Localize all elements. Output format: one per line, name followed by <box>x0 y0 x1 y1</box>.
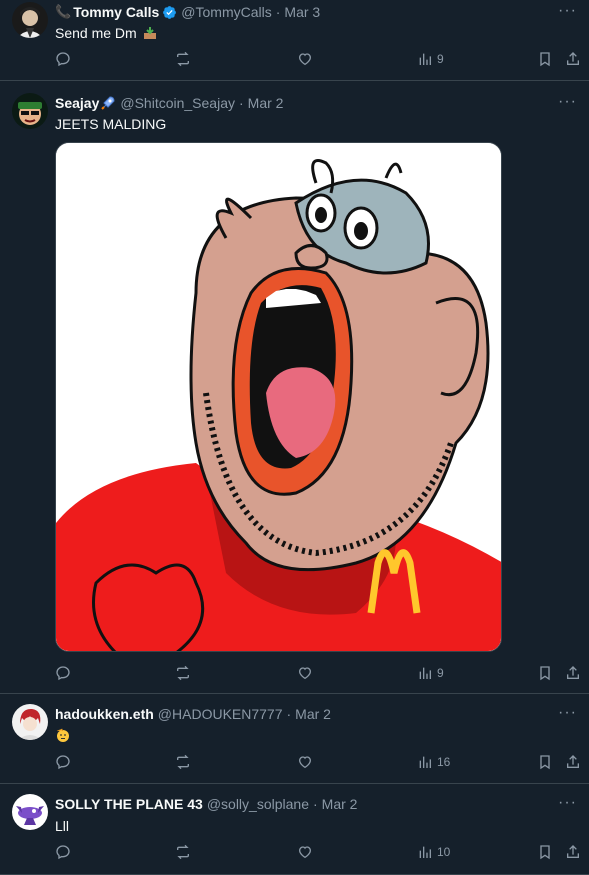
views-chart-icon <box>419 846 431 858</box>
tweet[interactable]: 📞 Tommy Calls @TommyCalls · Mar 3 Send m… <box>0 0 589 81</box>
tweet[interactable]: Seajay @Shitcoin_Seajay · Mar 2 JEETS MA… <box>0 81 589 694</box>
timestamp[interactable]: Mar 2 <box>322 796 358 812</box>
bookmark-button[interactable] <box>537 665 553 681</box>
views-button[interactable]: 10 <box>417 844 450 860</box>
retweet-icon <box>177 754 189 770</box>
like-button[interactable] <box>297 51 313 67</box>
reply-button[interactable] <box>55 754 71 770</box>
retweet-button[interactable] <box>175 665 191 681</box>
separator: · <box>286 706 292 722</box>
author-handle[interactable]: @HADOUKEN7777 <box>158 706 283 722</box>
heart-icon <box>298 667 312 680</box>
views-count: 16 <box>437 755 451 769</box>
retweet-button[interactable] <box>175 51 191 67</box>
more-options-button[interactable]: ··· <box>558 94 577 110</box>
bookmark-button[interactable] <box>537 844 553 860</box>
author-name[interactable]: hadoukken.eth <box>55 706 154 722</box>
tweet[interactable]: hadoukken.eth @HADOUKEN7777 · Mar 2 ··· … <box>0 694 589 784</box>
views-count: 9 <box>437 52 444 66</box>
avatar[interactable] <box>12 794 48 830</box>
author-name[interactable]: Seajay <box>55 95 99 111</box>
author-name[interactable]: Tommy Calls <box>73 4 159 20</box>
reply-icon <box>56 666 70 681</box>
share-button[interactable] <box>565 754 581 770</box>
tweet-image[interactable] <box>55 142 502 652</box>
bookmark-icon <box>540 845 550 860</box>
heart-icon <box>298 846 312 859</box>
bookmark-icon <box>540 755 550 770</box>
timestamp[interactable]: Mar 3 <box>284 4 320 20</box>
bookmark-icon <box>540 666 550 681</box>
reply-button[interactable] <box>55 665 71 681</box>
avatar[interactable] <box>12 704 48 740</box>
share-button[interactable] <box>565 844 581 860</box>
retweet-icon <box>177 844 189 860</box>
more-options-button[interactable]: ··· <box>558 795 577 811</box>
retweet-icon <box>177 665 189 681</box>
views-button[interactable]: 16 <box>417 754 450 770</box>
author-handle[interactable]: @TommyCalls <box>181 4 271 20</box>
more-options-button[interactable]: ··· <box>558 705 577 721</box>
share-button[interactable] <box>565 51 581 67</box>
tweet-text: JEETS MALDING <box>55 116 167 132</box>
inbox-tray-icon <box>143 26 157 40</box>
rocket-icon <box>100 95 116 111</box>
views-chart-icon <box>419 53 431 65</box>
tweet-text <box>55 727 577 747</box>
share-icon <box>567 666 579 679</box>
like-button[interactable] <box>297 844 313 860</box>
views-button[interactable]: 9 <box>417 665 444 681</box>
retweet-icon <box>177 51 189 67</box>
timestamp[interactable]: Mar 2 <box>248 95 284 111</box>
timestamp[interactable]: Mar 2 <box>295 706 331 722</box>
share-icon <box>567 845 579 858</box>
views-chart-icon <box>419 667 431 679</box>
author-handle[interactable]: @solly_solplane <box>207 796 309 812</box>
share-button[interactable] <box>565 665 581 681</box>
author-name[interactable]: SOLLY THE PLANE 43 <box>55 796 203 812</box>
reply-icon <box>56 755 70 770</box>
reply-icon <box>56 845 70 860</box>
separator: · <box>275 4 281 20</box>
separator: · <box>239 95 244 111</box>
share-icon <box>567 755 579 768</box>
separator: · <box>312 796 318 812</box>
like-button[interactable] <box>297 665 313 681</box>
like-button[interactable] <box>297 754 313 770</box>
avatar[interactable] <box>12 2 48 38</box>
heart-icon <box>298 53 312 66</box>
tweet-text: Lll <box>55 818 70 834</box>
avatar[interactable] <box>12 93 48 129</box>
verified-badge-icon <box>163 5 177 19</box>
bookmark-button[interactable] <box>537 51 553 67</box>
saluting-face-icon <box>55 727 71 743</box>
retweet-button[interactable] <box>175 754 191 770</box>
tweet-text: Send me Dm <box>55 24 577 42</box>
retweet-button[interactable] <box>175 844 191 860</box>
share-icon <box>567 52 579 65</box>
views-count: 10 <box>437 845 451 859</box>
bookmark-icon <box>540 52 550 67</box>
views-chart-icon <box>419 756 431 768</box>
reply-icon <box>56 52 70 67</box>
phone-icon: 📞 <box>55 4 72 19</box>
bookmark-button[interactable] <box>537 754 553 770</box>
more-options-button[interactable]: ··· <box>558 3 577 19</box>
author-handle[interactable]: @Shitcoin_Seajay <box>120 95 235 111</box>
views-count: 9 <box>437 666 444 680</box>
views-button[interactable]: 9 <box>417 51 444 67</box>
reply-button[interactable] <box>55 51 71 67</box>
heart-icon <box>298 756 312 769</box>
reply-button[interactable] <box>55 844 71 860</box>
tweet[interactable]: SOLLY THE PLANE 43 @solly_solplane · Mar… <box>0 784 589 875</box>
